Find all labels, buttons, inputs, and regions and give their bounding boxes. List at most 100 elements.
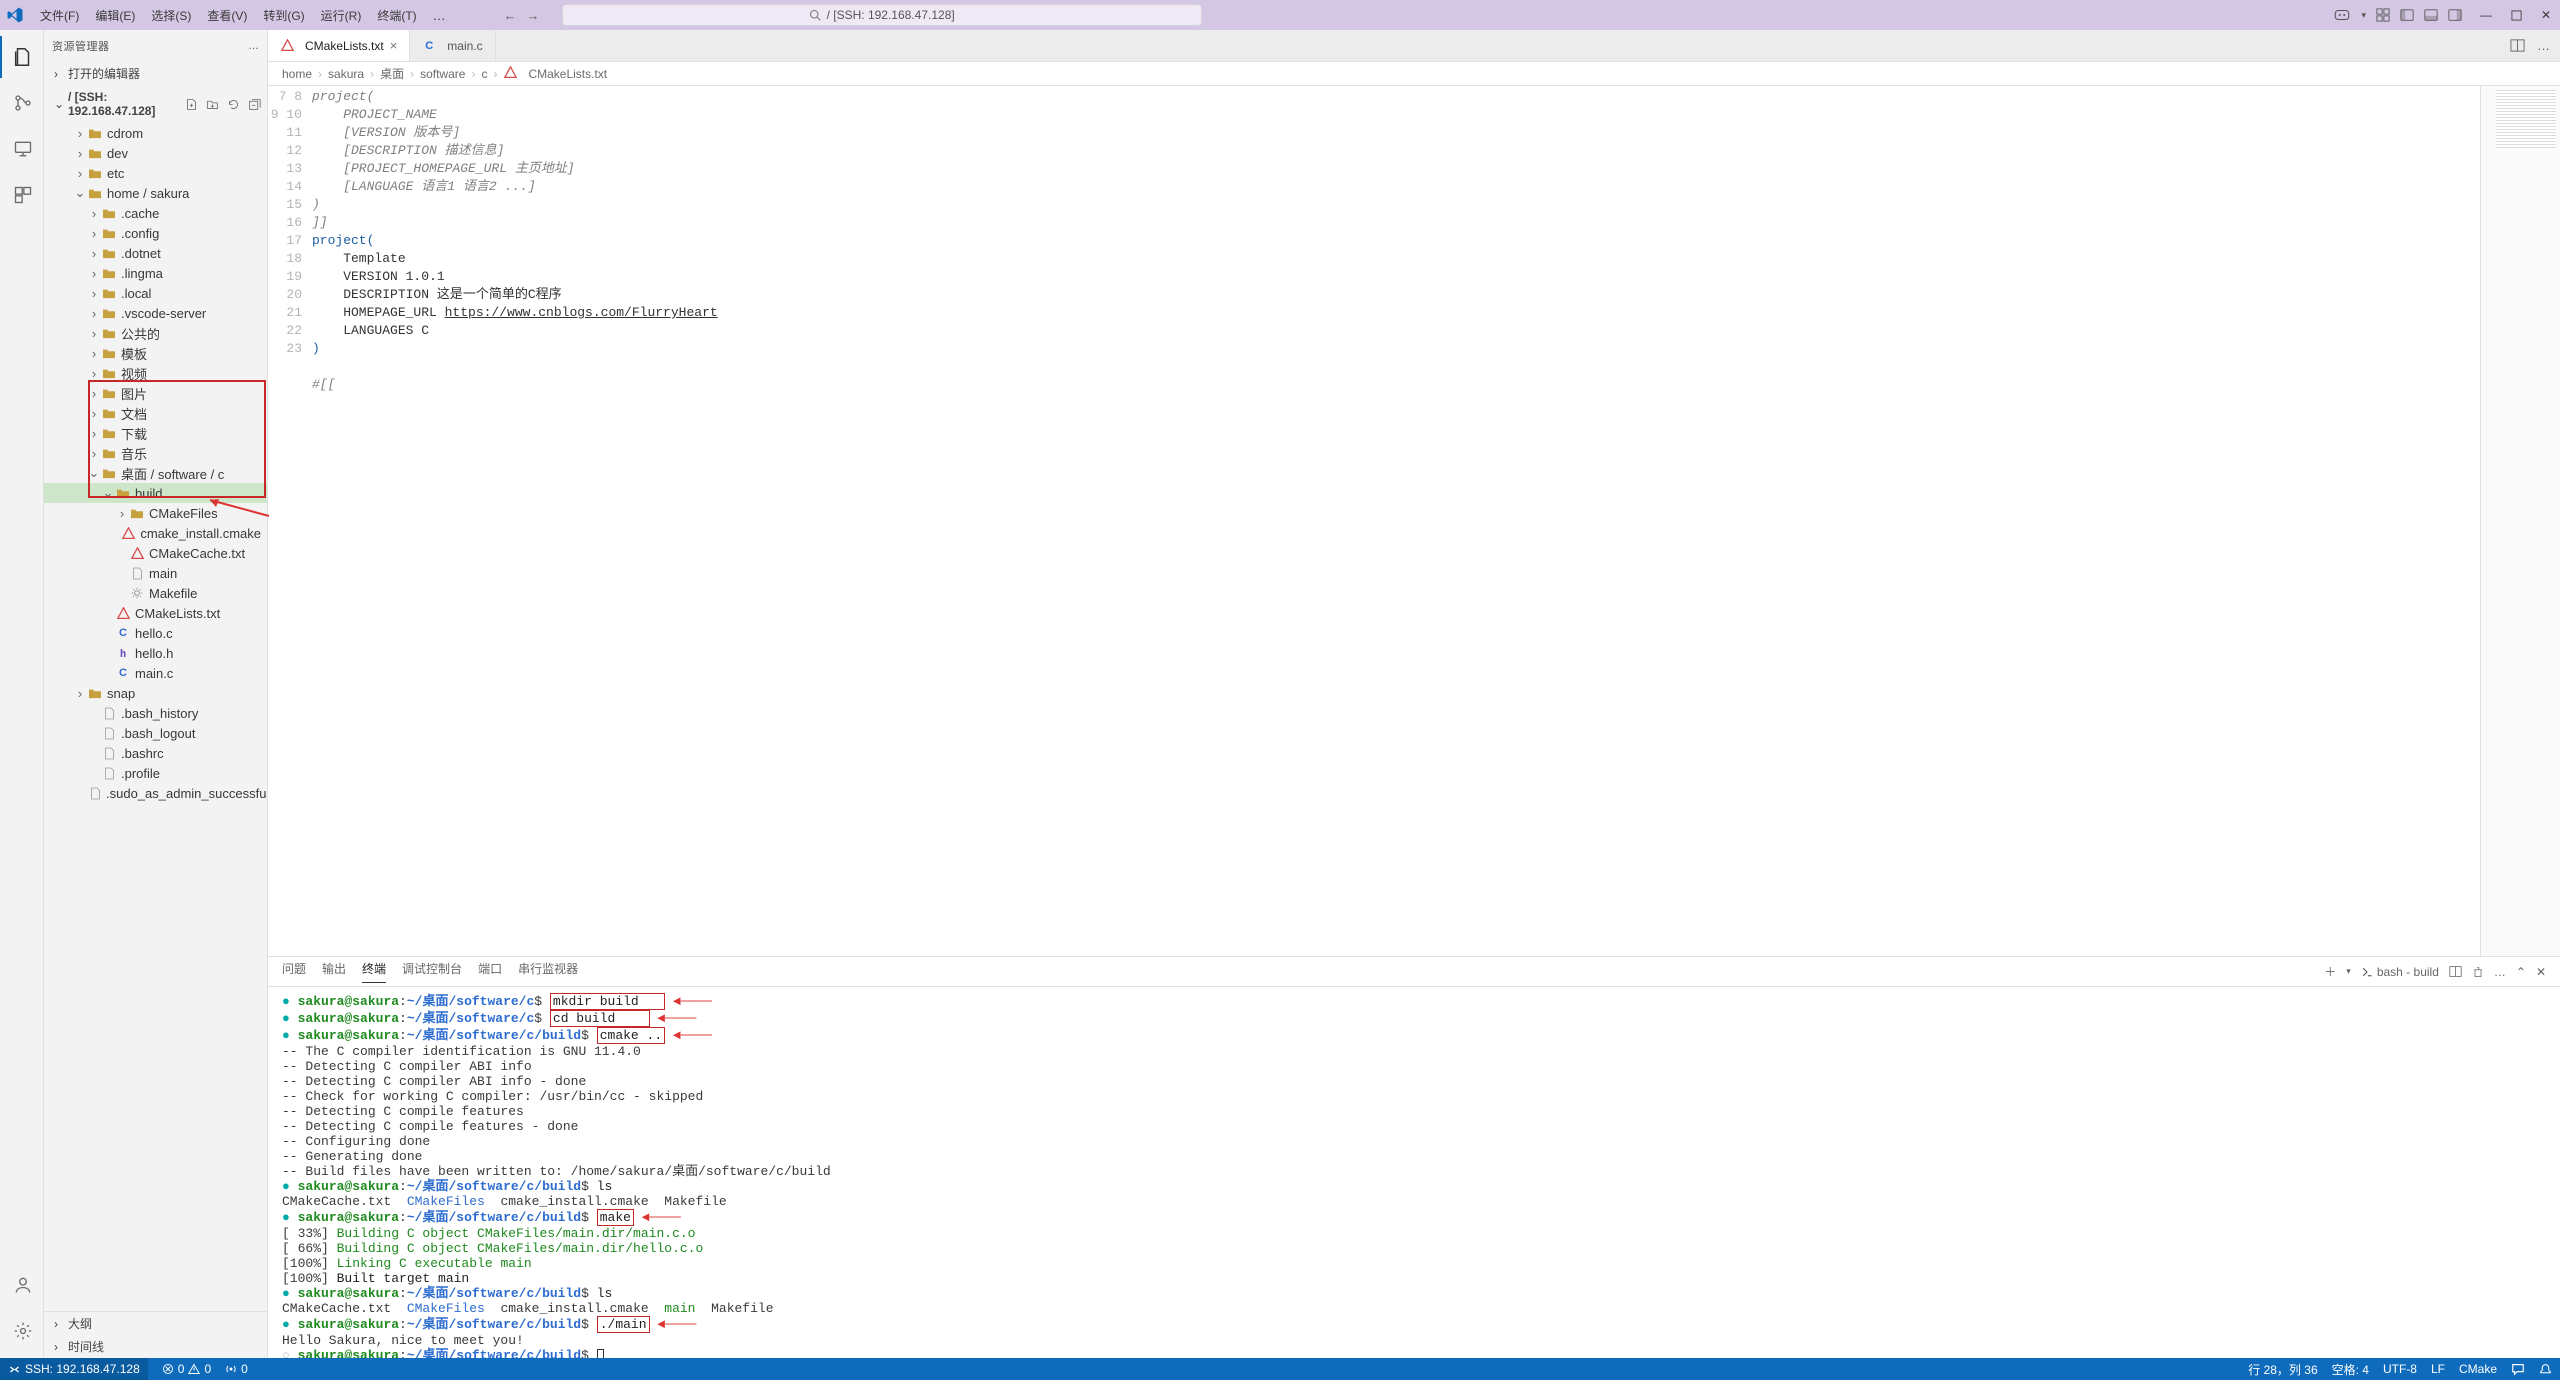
tree-row[interactable]: Chello.c: [44, 623, 267, 643]
panel-tab[interactable]: 串行监视器: [518, 960, 578, 983]
outline-section[interactable]: › 大纲: [44, 1311, 267, 1335]
language-mode[interactable]: CMake: [2459, 1362, 2497, 1376]
tree-row[interactable]: Makefile: [44, 583, 267, 603]
panel-tab[interactable]: 输出: [322, 960, 346, 983]
cursor-position[interactable]: 行 28，列 36: [2248, 1361, 2317, 1378]
breadcrumb-segment[interactable]: CMakeLists.txt: [528, 67, 607, 81]
tree-row[interactable]: ›.lingma: [44, 263, 267, 283]
terminal-profile[interactable]: bash - build: [2361, 965, 2439, 979]
breadcrumb-segment[interactable]: home: [282, 67, 312, 81]
tree-row[interactable]: ›下载: [44, 423, 267, 443]
settings-activity-icon[interactable]: [0, 1310, 44, 1352]
menu-item[interactable]: 运行(R): [313, 3, 370, 28]
panel-tab[interactable]: 终端: [362, 960, 386, 983]
tree-row[interactable]: .bash_logout: [44, 723, 267, 743]
tree-row[interactable]: ›公共的: [44, 323, 267, 343]
split-editor-icon[interactable]: [2510, 38, 2525, 53]
accounts-activity-icon[interactable]: [0, 1264, 44, 1306]
tree-row[interactable]: ›dev: [44, 143, 267, 163]
toggle-sidebar-icon[interactable]: [2400, 8, 2414, 22]
layout-customize-icon[interactable]: [2376, 8, 2390, 22]
kill-terminal-icon[interactable]: [2472, 966, 2484, 978]
tree-row[interactable]: ›音乐: [44, 443, 267, 463]
explorer-activity-icon[interactable]: [0, 36, 44, 78]
tree-row[interactable]: ›.cache: [44, 203, 267, 223]
tree-row[interactable]: CMakeLists.txt: [44, 603, 267, 623]
source-control-activity-icon[interactable]: [0, 82, 44, 124]
menu-item[interactable]: 编辑(E): [87, 3, 143, 28]
copilot-icon[interactable]: [2333, 6, 2351, 24]
minimize-button[interactable]: —: [2478, 7, 2494, 23]
terminal-output[interactable]: ● sakura@sakura:~/桌面/software/c$ mkdir b…: [268, 987, 2560, 1358]
tree-row[interactable]: ⌄home / sakura: [44, 183, 267, 203]
split-terminal-icon[interactable]: [2449, 965, 2462, 978]
menu-item[interactable]: 转到(G): [255, 3, 312, 28]
eol[interactable]: LF: [2431, 1362, 2445, 1376]
code-editor[interactable]: 7 8 9 10 11 12 13 14 15 16 17 18 19 20 2…: [268, 86, 2560, 956]
tree-row[interactable]: main: [44, 563, 267, 583]
open-editors-section[interactable]: › 打开的编辑器: [44, 62, 267, 85]
ports-indicator[interactable]: 0: [225, 1362, 248, 1376]
breadcrumb-segment[interactable]: 桌面: [380, 65, 404, 82]
tree-row[interactable]: hhello.h: [44, 643, 267, 663]
tree-row[interactable]: ›.config: [44, 223, 267, 243]
command-center[interactable]: / [SSH: 192.168.47.128]: [562, 4, 1202, 26]
menu-item[interactable]: 查看(V): [199, 3, 255, 28]
close-icon[interactable]: ×: [390, 38, 398, 53]
tree-row[interactable]: ›etc: [44, 163, 267, 183]
tree-row[interactable]: ›CMakeFiles: [44, 503, 267, 523]
extensions-activity-icon[interactable]: [0, 174, 44, 216]
minimap[interactable]: [2480, 86, 2560, 956]
panel-tab[interactable]: 端口: [478, 960, 502, 983]
menu-item[interactable]: 选择(S): [143, 3, 199, 28]
new-folder-icon[interactable]: [206, 98, 219, 111]
maximize-panel-icon[interactable]: ⌃: [2516, 965, 2526, 979]
chevron-down-icon[interactable]: ▾: [2361, 10, 2366, 21]
tree-row[interactable]: CMakeCache.txt: [44, 543, 267, 563]
problems-indicator[interactable]: 0 0: [162, 1362, 211, 1376]
tree-row[interactable]: cmake_install.cmake: [44, 523, 267, 543]
tree-row[interactable]: .bash_history: [44, 703, 267, 723]
file-tree[interactable]: ›cdrom›dev›etc⌄home / sakura›.cache›.con…: [44, 123, 267, 1311]
menu-item[interactable]: 文件(F): [32, 3, 87, 28]
tree-row[interactable]: ›文档: [44, 403, 267, 423]
editor-content[interactable]: project( PROJECT_NAME [VERSION 版本号] [DES…: [312, 86, 2480, 956]
feedback-icon[interactable]: [2511, 1362, 2525, 1376]
tree-row[interactable]: ›.local: [44, 283, 267, 303]
editor-tab[interactable]: Cmain.c: [410, 30, 495, 61]
tree-row[interactable]: ⌄build: [44, 483, 267, 503]
encoding[interactable]: UTF-8: [2383, 1362, 2417, 1376]
nav-forward-icon[interactable]: →: [527, 8, 540, 23]
tree-row[interactable]: ›snap: [44, 683, 267, 703]
remote-explorer-activity-icon[interactable]: [0, 128, 44, 170]
breadcrumb[interactable]: home›sakura›桌面›software›c›CMakeLists.txt: [268, 62, 2560, 86]
tree-row[interactable]: Cmain.c: [44, 663, 267, 683]
sidebar-more-icon[interactable]: …: [248, 40, 259, 52]
tree-row[interactable]: ›图片: [44, 383, 267, 403]
breadcrumb-segment[interactable]: software: [420, 67, 465, 81]
terminal-dropdown-icon[interactable]: ▾: [2346, 966, 2351, 977]
timeline-section[interactable]: › 时间线: [44, 1335, 267, 1358]
toggle-panel-icon[interactable]: [2424, 8, 2438, 22]
breadcrumb-segment[interactable]: c: [481, 67, 487, 81]
tree-row[interactable]: ›视频: [44, 363, 267, 383]
workspace-label[interactable]: / [SSH: 192.168.47.128]: [68, 90, 181, 118]
refresh-icon[interactable]: [227, 98, 240, 111]
close-button[interactable]: ✕: [2538, 7, 2554, 23]
editor-more-icon[interactable]: …: [2537, 38, 2550, 53]
notifications-icon[interactable]: [2539, 1363, 2552, 1376]
nav-back-icon[interactable]: ←: [504, 8, 517, 23]
chevron-down-icon[interactable]: ⌄: [54, 97, 64, 111]
tree-row[interactable]: .bashrc: [44, 743, 267, 763]
panel-more-icon[interactable]: …: [2494, 965, 2506, 979]
collapse-all-icon[interactable]: [248, 98, 261, 111]
breadcrumb-segment[interactable]: sakura: [328, 67, 364, 81]
remote-indicator[interactable]: SSH: 192.168.47.128: [0, 1358, 148, 1380]
indentation[interactable]: 空格: 4: [2332, 1361, 2369, 1378]
menu-item[interactable]: 终端(T): [369, 3, 424, 28]
menu-overflow-icon[interactable]: …: [427, 4, 452, 27]
tree-row[interactable]: ›.dotnet: [44, 243, 267, 263]
panel-tab[interactable]: 问题: [282, 960, 306, 983]
maximize-button[interactable]: [2508, 7, 2524, 23]
tree-row[interactable]: ›cdrom: [44, 123, 267, 143]
